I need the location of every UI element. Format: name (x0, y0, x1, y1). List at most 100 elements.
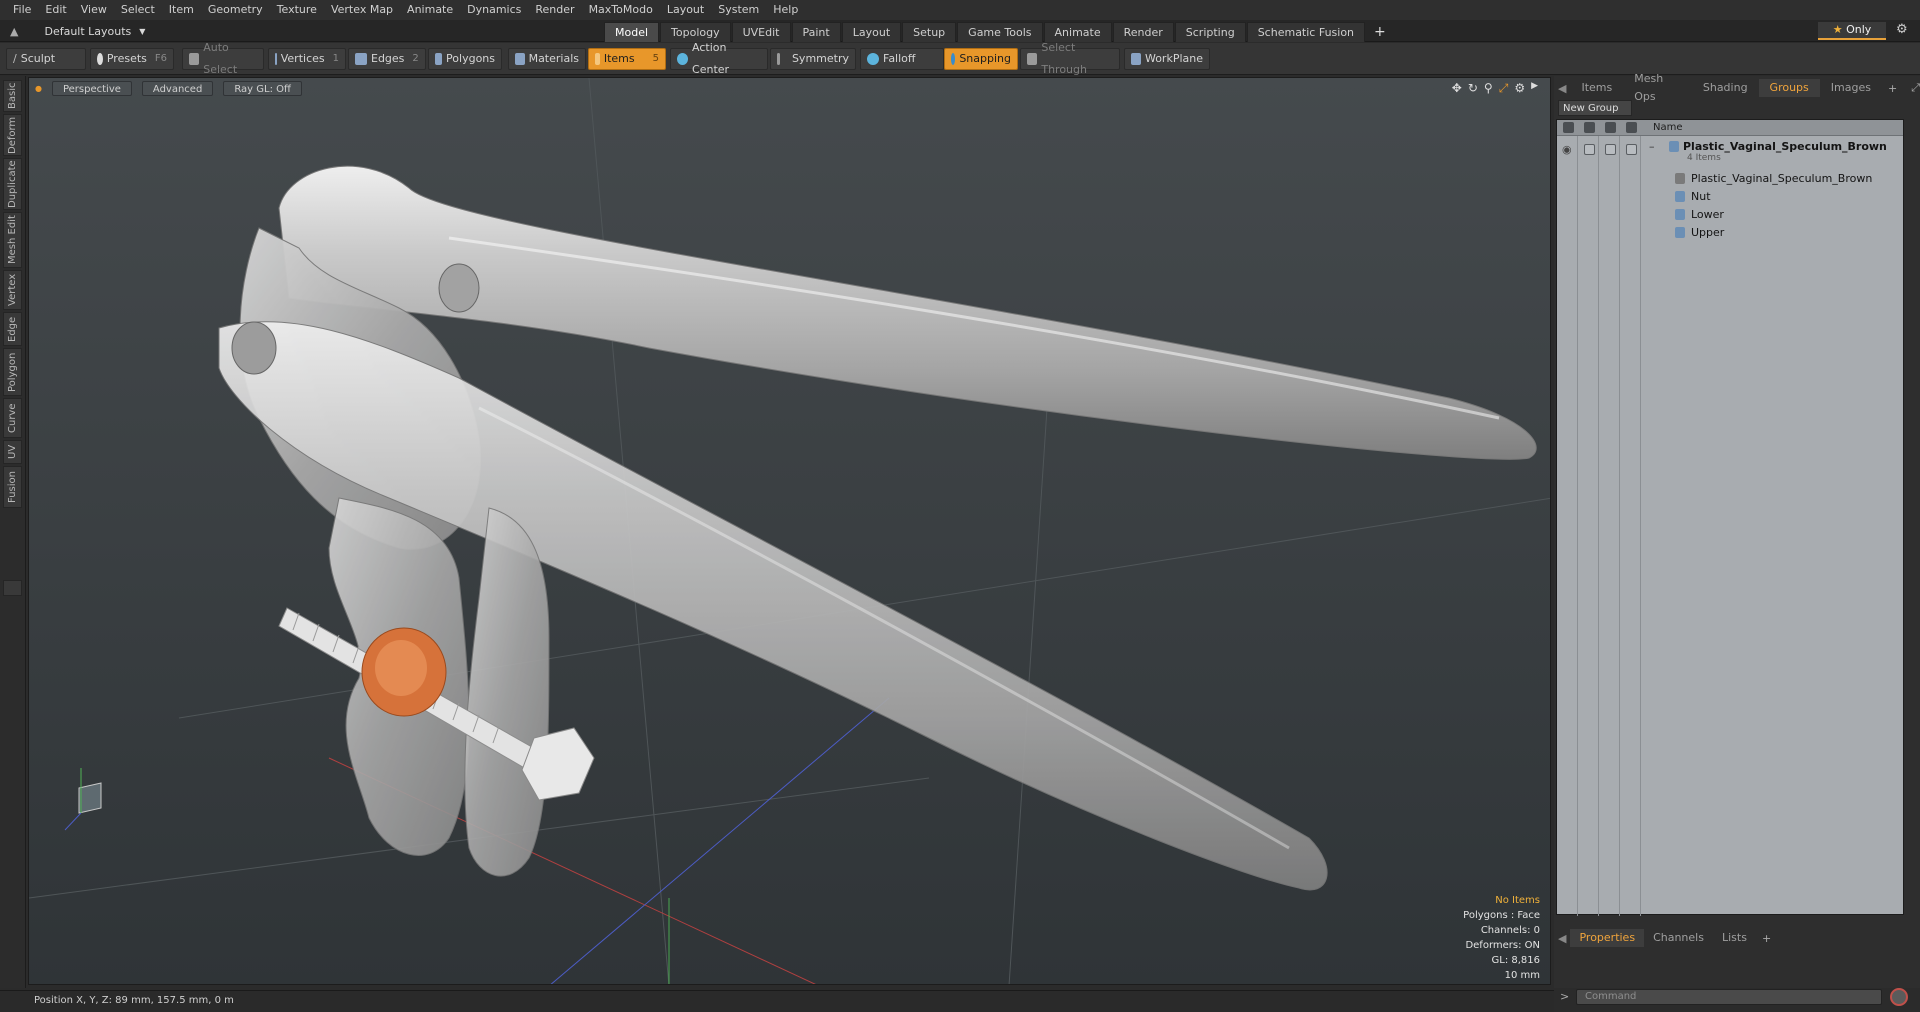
tab-vertex[interactable]: Vertex (3, 270, 22, 310)
tab-polygon[interactable]: Polygon (3, 348, 22, 396)
tab-schematic-fusion[interactable]: Schematic Fusion (1246, 22, 1366, 42)
render-col-icon[interactable] (1584, 122, 1595, 133)
tab-items[interactable]: Items (1570, 79, 1623, 97)
tab-groups[interactable]: Groups (1758, 79, 1820, 97)
auto-select-button[interactable]: Auto Select (182, 41, 264, 76)
menu-edit[interactable]: Edit (38, 0, 73, 20)
tab-lists[interactable]: Lists (1713, 929, 1756, 947)
zoom-view-icon[interactable]: ⚲ (1484, 81, 1493, 96)
menu-geometry[interactable]: Geometry (201, 0, 270, 20)
add-panel-tab-icon[interactable]: + (1756, 932, 1777, 945)
tab-fusion[interactable]: Fusion (3, 466, 22, 508)
group-row[interactable]: ◉ – Plastic_Vaginal_Speculum_Brown 4 Ite… (1557, 138, 1903, 168)
menu-view[interactable]: View (74, 0, 114, 20)
panel-collapse-icon[interactable]: ◀ (1554, 932, 1570, 945)
menu-dynamics[interactable]: Dynamics (460, 0, 528, 20)
panel-toggle-icon[interactable] (3, 580, 22, 596)
vertices-button[interactable]: Vertices 1 (268, 48, 346, 70)
expand-icon[interactable]: ⤢ (1911, 81, 1920, 95)
tab-curve[interactable]: Curve (3, 398, 22, 438)
tab-game-tools[interactable]: Game Tools (957, 22, 1043, 42)
items-button[interactable]: Items 5 (588, 48, 666, 70)
tree-row[interactable]: Lower (1557, 206, 1903, 224)
tab-basic[interactable]: Basic (3, 80, 22, 112)
workplane-button[interactable]: WorkPlane (1124, 48, 1210, 70)
lock-col-icon[interactable] (1605, 122, 1616, 133)
tab-properties[interactable]: Properties (1570, 929, 1645, 947)
fit-view-icon[interactable]: ⤢ (1499, 81, 1509, 96)
menu-help[interactable]: Help (766, 0, 805, 20)
menu-system[interactable]: System (711, 0, 766, 20)
view-perspective-button[interactable]: Perspective (51, 80, 132, 96)
visibility-col-icon[interactable] (1563, 122, 1574, 133)
menu-render[interactable]: Render (528, 0, 581, 20)
record-icon[interactable] (1890, 988, 1908, 1006)
materials-button[interactable]: Materials (508, 48, 586, 70)
only-button[interactable]: ★ Only (1818, 22, 1886, 40)
tab-layout[interactable]: Layout (841, 22, 902, 42)
menu-animate[interactable]: Animate (400, 0, 460, 20)
col-divider (1640, 136, 1641, 916)
tab-mesh-edit[interactable]: Mesh Edit (3, 212, 22, 268)
tab-channels[interactable]: Channels (1644, 929, 1713, 947)
tab-mesh-ops[interactable]: Mesh Ops (1623, 70, 1692, 106)
auto-select-icon (189, 53, 200, 65)
tab-scripting[interactable]: Scripting (1174, 22, 1246, 42)
raygl-button[interactable]: Ray GL: Off (223, 80, 302, 96)
falloff-button[interactable]: Falloff (860, 48, 944, 70)
menu-texture[interactable]: Texture (270, 0, 324, 20)
menu-vertex-map[interactable]: Vertex Map (324, 0, 400, 20)
hinge-hole (231, 321, 277, 375)
lock-toggle[interactable] (1605, 144, 1616, 155)
falloff-icon (867, 53, 879, 65)
eye-icon[interactable]: ◉ (1562, 143, 1572, 156)
panel-collapse-icon[interactable]: ◀ (1554, 82, 1570, 95)
gear-icon[interactable]: ⚙ (1896, 22, 1908, 37)
snapping-button[interactable]: Snapping (944, 48, 1018, 70)
tab-images[interactable]: Images (1820, 79, 1882, 97)
presets-button[interactable]: Presets F6 (90, 48, 174, 70)
tab-model[interactable]: Model (604, 22, 660, 42)
viewport-3d[interactable]: ● Perspective Advanced Ray GL: Off ✥ ↻ ⚲… (28, 77, 1551, 985)
render-toggle[interactable] (1584, 144, 1595, 155)
rotate-view-icon[interactable]: ↻ (1468, 81, 1478, 96)
play-arrow-icon[interactable]: ▶ (1531, 81, 1538, 96)
edges-button[interactable]: Edges 2 (348, 48, 426, 70)
new-group-button[interactable]: New Group (1558, 100, 1632, 116)
move-view-icon[interactable]: ✥ (1452, 81, 1462, 96)
tab-uv[interactable]: UV (3, 440, 22, 464)
select-toggle[interactable] (1626, 144, 1637, 155)
tree-row[interactable]: Upper (1557, 224, 1903, 242)
viewport-menu-dot[interactable]: ● (35, 84, 42, 93)
expand-arrow-icon[interactable]: – (1649, 140, 1655, 153)
tab-duplicate[interactable]: Duplicate (3, 158, 22, 210)
tab-shading[interactable]: Shading (1692, 79, 1759, 97)
add-panel-tab-icon[interactable]: + (1882, 82, 1903, 95)
tree-row[interactable]: Nut (1557, 188, 1903, 206)
tab-edge[interactable]: Edge (3, 312, 22, 346)
menu-layout[interactable]: Layout (660, 0, 711, 20)
tab-paint[interactable]: Paint (791, 22, 841, 42)
tree-row[interactable]: Plastic_Vaginal_Speculum_Brown (1557, 170, 1903, 188)
tab-render[interactable]: Render (1112, 22, 1174, 42)
polygons-button[interactable]: Polygons (428, 48, 502, 70)
symmetry-button[interactable]: Symmetry (770, 48, 856, 70)
vertices-label: Vertices (280, 52, 325, 65)
shading-advanced-button[interactable]: Advanced (141, 80, 214, 96)
tab-deform[interactable]: Deform (3, 114, 22, 156)
layout-selector[interactable]: ▲ Default Layouts ▼ (10, 22, 145, 40)
brush-icon: ∕ (13, 52, 17, 65)
sculpt-button[interactable]: ∕ Sculpt (6, 48, 86, 70)
menu-item[interactable]: Item (162, 0, 201, 20)
select-through-button[interactable]: Select Through (1020, 41, 1120, 76)
tab-setup[interactable]: Setup (902, 22, 957, 42)
add-tab-icon[interactable]: + (1366, 22, 1394, 42)
menu-maxtomodo[interactable]: MaxToModo (582, 0, 660, 20)
select-col-icon[interactable] (1626, 122, 1637, 133)
action-center-button[interactable]: Action Center (670, 41, 768, 76)
viewport-gear-icon[interactable]: ⚙ (1514, 81, 1525, 96)
menu-file[interactable]: File (6, 0, 38, 20)
command-input[interactable]: Command (1576, 989, 1882, 1005)
menu-select[interactable]: Select (114, 0, 162, 20)
group-name: Plastic_Vaginal_Speculum_Brown (1683, 140, 1887, 153)
